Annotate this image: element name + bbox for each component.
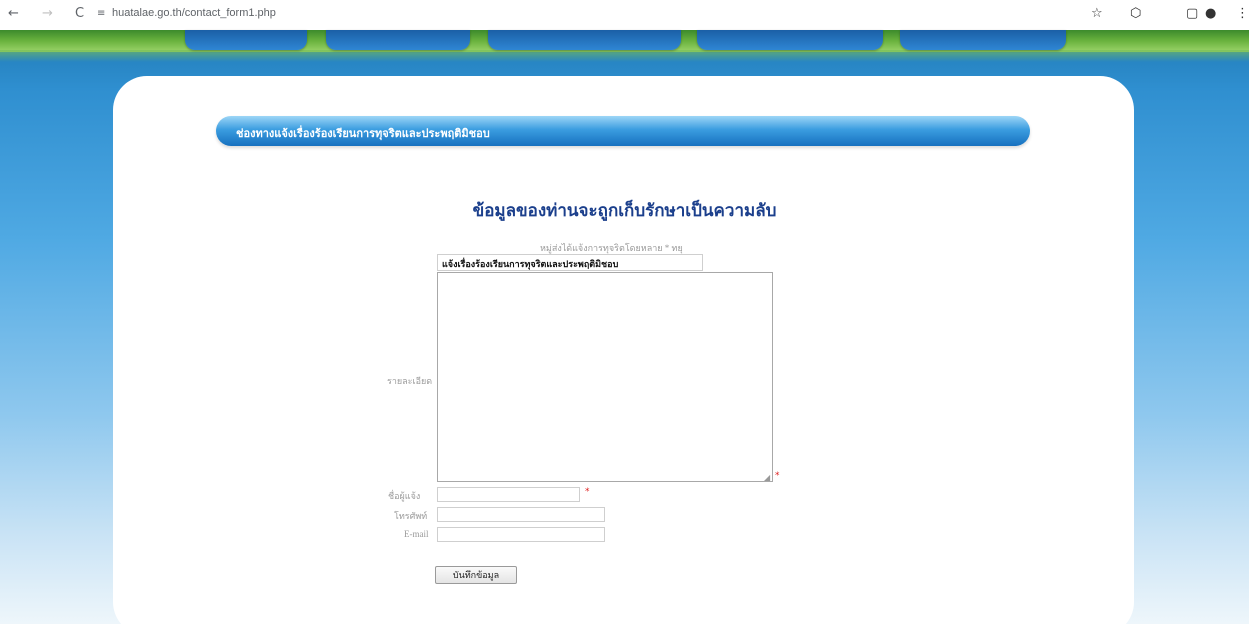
confidentiality-heading: ข้อมูลของท่านจะถูกเก็บรักษาเป็นความลับ — [472, 201, 777, 221]
submit-button[interactable]: บันทึกข้อมูล — [435, 566, 517, 584]
email-field[interactable] — [437, 527, 605, 542]
nav-tab-2[interactable] — [326, 30, 470, 50]
nav-tab-1[interactable] — [185, 30, 307, 50]
section-banner: ช่องทางแจ้งเรื่องร้องเรียนการทุจริตและปร… — [216, 116, 1030, 146]
menu-kebab-icon[interactable]: ⋮ — [1236, 6, 1249, 21]
reload-icon[interactable]: C — [75, 6, 84, 21]
name-label: ชื่อผู้แจ้ง — [388, 491, 421, 501]
name-field[interactable] — [437, 487, 580, 502]
phone-field[interactable] — [437, 507, 605, 522]
phone-label: โทรศัพท์ — [394, 511, 428, 521]
email-label: E-mail — [404, 529, 429, 539]
forward-icon[interactable]: → — [42, 6, 53, 21]
detail-label: รายละเอียด — [387, 376, 433, 386]
subject-field[interactable]: แจ้งเรื่องร้องเรียนการทุจริตและประพฤติมิ… — [437, 254, 703, 271]
profile-avatar-icon[interactable]: ● — [1205, 6, 1216, 21]
side-panel-icon[interactable]: ▢ — [1186, 6, 1198, 21]
nav-tab-5[interactable] — [900, 30, 1066, 50]
section-banner-title: ช่องทางแจ้งเรื่องร้องเรียนการทุจริตและปร… — [236, 128, 490, 140]
nav-tab-4[interactable] — [697, 30, 883, 50]
resize-grip-icon[interactable]: ◢ — [764, 473, 770, 482]
address-bar[interactable]: huatalae.go.th/contact_form1.php — [112, 7, 276, 19]
detail-required-mark: * — [775, 471, 780, 481]
subject-label: หมู่ส่งได้แจ้งการทุจริตโดยหลาย * ทยุ — [540, 243, 683, 253]
detail-textarea[interactable] — [437, 272, 773, 482]
bookmark-star-icon[interactable]: ☆ — [1091, 6, 1103, 21]
site-info-icon[interactable]: ≡ — [97, 8, 105, 19]
back-icon[interactable]: ← — [8, 6, 19, 21]
nav-tab-3[interactable] — [488, 30, 681, 50]
extensions-icon[interactable]: ⬡ — [1130, 6, 1141, 21]
browser-toolbar: ← → C ≡ huatalae.go.th/contact_form1.php… — [0, 0, 1249, 30]
name-required-mark: * — [585, 487, 590, 497]
